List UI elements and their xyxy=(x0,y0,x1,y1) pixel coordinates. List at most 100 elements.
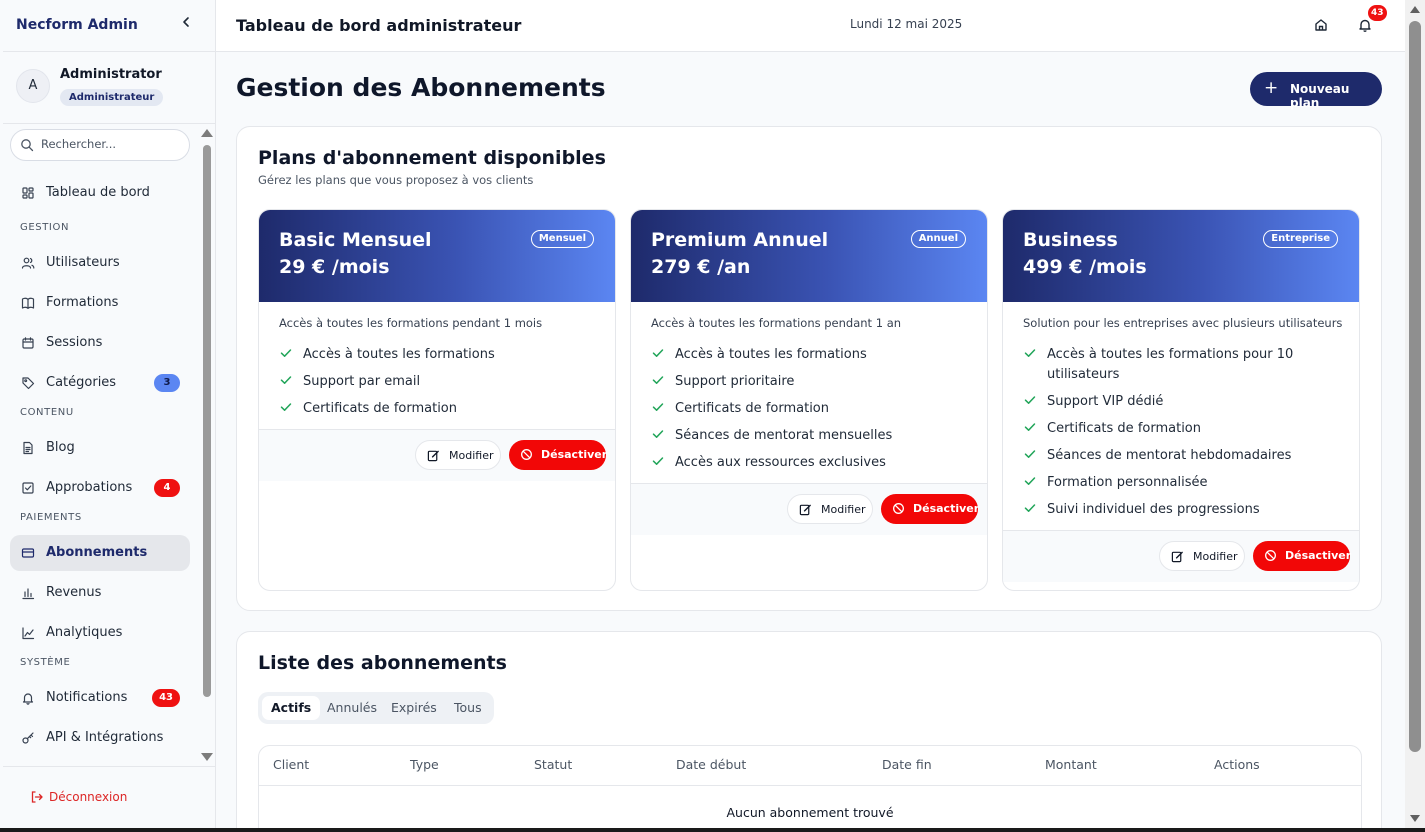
list-panel-title: Liste des abonnements xyxy=(258,652,507,674)
logout-button[interactable]: Déconnexion xyxy=(3,766,215,828)
home-icon[interactable] xyxy=(1313,17,1329,33)
section-label: SYSTÈME xyxy=(20,657,71,668)
header-date: Lundi 12 mai 2025 xyxy=(850,17,963,31)
plan-feature: Accès à toutes les formations xyxy=(279,345,599,365)
plan-feature-text: Support prioritaire xyxy=(675,374,795,389)
tab-expirés[interactable]: Expirés xyxy=(382,696,446,720)
sidebar-item-abonnements[interactable]: Abonnements xyxy=(10,535,190,571)
sidebar-item-tableau-de-bord[interactable]: Tableau de bord xyxy=(10,175,190,211)
deactivate-label: Désactiver xyxy=(541,448,608,461)
users-icon xyxy=(21,257,35,269)
check-icon xyxy=(280,403,292,411)
plan-description: Solution pour les entreprises avec plusi… xyxy=(1023,316,1343,330)
edit-plan-button[interactable]: Modifier xyxy=(415,440,501,470)
tab-annulés[interactable]: Annulés xyxy=(318,696,386,720)
count-badge: 4 xyxy=(154,479,180,497)
plan-card: Business 499 € /mois Entreprise Solution po… xyxy=(1002,209,1360,591)
column-header[interactable]: Client xyxy=(273,757,309,772)
scroll-thumb[interactable] xyxy=(203,145,211,697)
plan-feature-text: Support par email xyxy=(303,374,421,389)
tab-tous[interactable]: Tous xyxy=(445,696,491,720)
sidebar-item-label: Tableau de bord xyxy=(46,185,150,200)
plan-feature: Suivi individuel des progressions xyxy=(1023,500,1343,520)
scroll-down-arrow-icon[interactable] xyxy=(201,753,213,761)
sidebar-item-revenus[interactable]: Revenus xyxy=(10,575,190,611)
sidebar-item-label: Analytiques xyxy=(46,625,123,640)
check-icon xyxy=(280,349,292,357)
file-text-icon xyxy=(23,441,33,455)
table-header: Client Type Statut Date début Date fin Montan… xyxy=(259,746,1361,786)
plan-name: Business xyxy=(1023,229,1118,251)
scroll-up-arrow-icon[interactable] xyxy=(201,129,213,137)
plan-actions: Modifier Désactiver xyxy=(259,429,615,481)
book-icon xyxy=(21,297,35,309)
section-label: GESTION xyxy=(20,222,70,233)
ban-icon xyxy=(521,449,532,460)
plan-feature: Accès à toutes les formations xyxy=(651,345,971,365)
sidebar-item-notifications[interactable]: Notifications 43 xyxy=(10,680,190,716)
plan-feature: Accès aux ressources exclusives xyxy=(651,453,971,473)
plan-feature-text: Accès aux ressources exclusives xyxy=(675,455,886,470)
check-icon xyxy=(280,376,292,384)
column-header[interactable]: Date début xyxy=(676,757,746,772)
section-label: CONTENU xyxy=(20,407,74,418)
plan-price: 29 € /mois xyxy=(279,256,390,278)
sidebar-item-blog[interactable]: Blog xyxy=(10,430,190,466)
sidebar-scrollbar[interactable] xyxy=(201,129,213,761)
search-icon xyxy=(21,139,34,152)
plan-feature-text: Support VIP dédié xyxy=(1047,394,1164,409)
dashboard-icon xyxy=(22,187,34,199)
subscriptions-list-panel: Liste des abonnements Actifs Annulés Expir… xyxy=(236,631,1382,828)
column-header[interactable]: Type xyxy=(410,757,439,772)
plan-feature-text: Certificats de formation xyxy=(675,401,829,416)
line-chart-icon xyxy=(22,627,35,640)
sidebar-item-label: Utilisateurs xyxy=(46,255,120,270)
column-header[interactable]: Montant xyxy=(1045,757,1097,772)
plan-feature: Accès à toutes les formations pour 10 ut… xyxy=(1023,345,1343,385)
check-icon xyxy=(652,430,664,438)
column-header[interactable]: Statut xyxy=(534,757,572,772)
page-scrollbar[interactable] xyxy=(1405,0,1425,828)
sidebar-item-utilisateurs[interactable]: Utilisateurs xyxy=(10,245,190,281)
chevron-left-icon[interactable] xyxy=(177,15,195,35)
plan-feature-text: Accès à toutes les formations xyxy=(303,347,495,362)
status-tabs: Actifs Annulés Expirés Tous xyxy=(258,692,494,724)
plan-price: 279 € /an xyxy=(651,256,751,278)
check-icon xyxy=(652,403,664,411)
plan-description: Accès à toutes les formations pendant 1 … xyxy=(651,316,902,330)
edit-plan-button[interactable]: Modifier xyxy=(1159,541,1245,571)
edit-icon xyxy=(799,504,811,516)
sidebar-item-api-intégrations[interactable]: API & Intégrations xyxy=(10,720,190,756)
deactivate-plan-button[interactable]: Désactiver xyxy=(509,440,608,470)
new-plan-button[interactable]: + Nouveau plan xyxy=(1250,72,1382,110)
sidebar-item-label: Catégories xyxy=(46,375,117,390)
plan-feature: Certificats de formation xyxy=(1023,419,1343,439)
column-header[interactable]: Date fin xyxy=(882,757,932,772)
edit-plan-button[interactable]: Modifier xyxy=(787,494,873,524)
sidebar-item-analytiques[interactable]: Analytiques xyxy=(10,615,190,651)
deactivate-plan-button[interactable]: Désactiver xyxy=(881,494,979,524)
page-scroll-up-icon[interactable] xyxy=(1410,6,1420,13)
page-scroll-thumb[interactable] xyxy=(1409,21,1421,752)
search-input[interactable] xyxy=(41,137,181,151)
sidebar-item-sessions[interactable]: Sessions xyxy=(10,325,190,361)
page-scroll-down-icon[interactable] xyxy=(1410,815,1420,822)
brand-name[interactable]: Necform Admin xyxy=(16,17,138,33)
sidebar-item-formations[interactable]: Formations xyxy=(10,285,190,321)
column-header[interactable]: Actions xyxy=(1214,757,1260,772)
section-label: PAIEMENTS xyxy=(20,512,82,523)
deactivate-plan-button[interactable]: Désactiver xyxy=(1253,541,1351,571)
plan-feature: Support par email xyxy=(279,372,599,392)
page-title: Gestion des Abonnements xyxy=(236,73,606,102)
plan-card: Basic Mensuel 29 € /mois Mensuel Accès à to… xyxy=(258,209,616,591)
top-header: Tableau de bord administrateur Lundi 12 … xyxy=(216,0,1405,52)
plan-feature-text: Séances de mentorat hebdomadaires xyxy=(1047,448,1292,463)
sidebar-item-label: Revenus xyxy=(46,585,102,600)
tab-actifs[interactable]: Actifs xyxy=(262,696,321,720)
sidebar-item-catégories[interactable]: Catégories 3 xyxy=(10,365,190,401)
check-icon xyxy=(652,349,664,357)
plan-feature-text: Certificats de formation xyxy=(1047,421,1201,436)
sidebar-item-approbations[interactable]: Approbations 4 xyxy=(10,470,190,506)
key-icon xyxy=(22,732,34,744)
plan-feature: Formation personnalisée xyxy=(1023,473,1343,493)
